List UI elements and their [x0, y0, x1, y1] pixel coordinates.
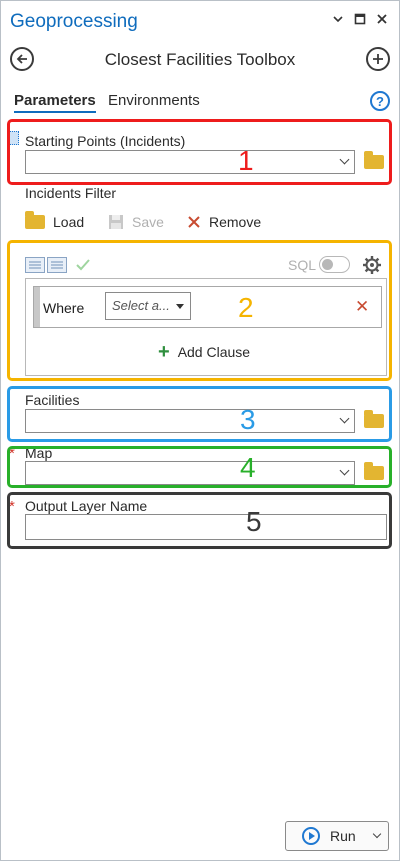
- load-label: Load: [53, 214, 85, 230]
- help-icon[interactable]: ?: [370, 91, 390, 111]
- folder-icon: [25, 211, 45, 229]
- incidents-filter-label: Incidents Filter: [25, 185, 117, 201]
- annotation-box-4: [7, 446, 392, 488]
- annotation-number-2: 2: [238, 292, 254, 323]
- annotation-box-3: [7, 386, 392, 442]
- run-button[interactable]: Run: [285, 821, 389, 851]
- load-button[interactable]: Load: [25, 211, 85, 230]
- annotation-number-5: 5: [246, 506, 262, 537]
- pane-title: Geoprocessing: [10, 11, 138, 32]
- annotation-number-4: 4: [240, 452, 256, 483]
- restore-icon[interactable]: [353, 12, 367, 26]
- tab-environments[interactable]: Environments: [108, 92, 200, 109]
- save-disk-icon: [109, 215, 123, 229]
- add-plus-icon[interactable]: [366, 47, 390, 71]
- annotation-number-1: 1: [238, 145, 254, 176]
- chevron-down-icon[interactable]: [331, 12, 345, 26]
- annotation-number-3: 3: [240, 404, 256, 435]
- annotation-box-2: [7, 240, 392, 381]
- annotation-box-1: [7, 119, 392, 185]
- tab-parameters[interactable]: Parameters: [14, 92, 96, 113]
- tool-title: Closest Facilities Toolbox: [104, 50, 296, 69]
- play-icon: [302, 827, 320, 845]
- remove-label: Remove: [209, 214, 262, 230]
- chevron-down-icon[interactable]: [372, 829, 382, 839]
- save-label: Save: [132, 214, 164, 230]
- annotation-box-5: [7, 492, 392, 549]
- close-icon[interactable]: [375, 12, 389, 26]
- remove-x-icon: [188, 216, 200, 228]
- run-label: Run: [330, 828, 356, 844]
- save-button[interactable]: Save: [108, 214, 164, 230]
- remove-button[interactable]: Remove: [187, 214, 261, 230]
